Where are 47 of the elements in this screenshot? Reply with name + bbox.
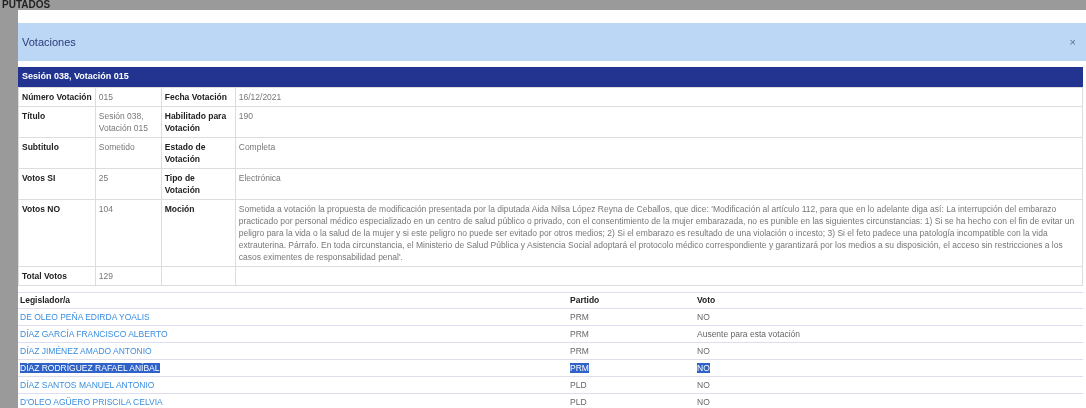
field-label: Número Votación — [22, 92, 92, 102]
column-header: Legislador/a — [20, 295, 71, 305]
column-header: Partido — [570, 295, 600, 305]
modal-title: Votaciones — [22, 34, 76, 50]
field-label: Moción — [164, 204, 195, 214]
field-value: Sometida a votación la propuesta de modificación presentada por la diputada Aida Nilsa López Reyna de Ceballos, que dice: 'Modificación al artículo 112, para que en lo adelante diga así: La interrupción del embarazo practicado por personal médico especializado en un centro de salud público o privado, con el consentimiento de la mujer embarazada, no es punible en las siguientes circunstancias: 1) Si se ha hecho con el fin de evitar un peligro para la vida o la salud de la mujer y si este peligro no puede ser evitado por otros medios; 2) Si el embarazo es resultado de una violación o incesto; 3) Si el feto padece una patología incompatible con la vida extrauterina. Párrafo. En toda circunstancia, el Ministerio de Salud Pública y Asistencia Social adoptará el protocolo médico correspondiente y garantizará por los medios a su disposición, el acceso sin restricciones a los casos eximentes de responsabilidad penal'. — [238, 204, 1075, 262]
field-value: Completa — [238, 142, 276, 152]
field-label: Subtitulo — [22, 142, 59, 152]
vote-text: NO — [697, 345, 710, 356]
field-label: Votos NO — [22, 204, 61, 214]
vote-text: Ausente para esta votación — [697, 328, 800, 339]
field-value: 129 — [98, 271, 113, 281]
page-title: PUTADOS — [2, 0, 51, 10]
field-value: Sometido — [98, 142, 135, 152]
field-label: Tipo de Votación — [164, 173, 200, 195]
column-header: Voto — [697, 295, 716, 305]
section-title: Sesión 038, Votación 015 — [22, 70, 129, 84]
legislator-link[interactable]: DÍAZ JIMÉNEZ AMADO ANTONIO — [20, 345, 152, 356]
legislator-link[interactable]: DÍAZ RODRÍGUEZ RAFAEL ANÍBAL — [20, 362, 160, 373]
party-text: PRM — [570, 362, 589, 373]
legislator-link[interactable]: DÍAZ GARCÍA FRANCISCO ALBERTO — [20, 328, 168, 339]
field-value: 16/12/2021 — [238, 92, 282, 102]
close-button[interactable]: × — [1069, 36, 1076, 48]
field-label: Total Votos — [22, 271, 67, 281]
legislator-link[interactable]: DE OLEO PEÑA EDIRDA YOALIS — [20, 311, 150, 322]
field-label: Estado de Votación — [164, 142, 206, 164]
party-text: PRM — [570, 328, 589, 339]
vote-text: NO — [697, 379, 710, 390]
field-value: Sesión 038, Votación 015 — [98, 111, 148, 133]
field-label: Fecha Votación — [164, 92, 227, 102]
field-label: Título — [22, 111, 46, 121]
party-text: PLD — [570, 396, 587, 407]
legislator-link[interactable]: D'OLEO AGÜERO PRISCILA CELVIA — [20, 396, 163, 407]
vote-text: NO — [697, 396, 710, 407]
vote-text: NO — [697, 362, 710, 373]
legislator-link[interactable]: DÍAZ SANTOS MANUEL ANTONIO — [20, 379, 155, 390]
vote-text: NO — [697, 311, 710, 322]
party-text: PRM — [570, 311, 589, 322]
field-value: 190 — [238, 111, 253, 121]
field-value: 104 — [98, 204, 113, 214]
field-label: Votos SI — [22, 173, 56, 183]
field-label: Habilitado para Votación — [164, 111, 227, 133]
field-value: Electrónica — [238, 173, 281, 183]
party-text: PLD — [570, 379, 587, 390]
field-value: 015 — [98, 92, 113, 102]
field-value: 25 — [98, 173, 109, 183]
party-text: PRM — [570, 345, 589, 356]
